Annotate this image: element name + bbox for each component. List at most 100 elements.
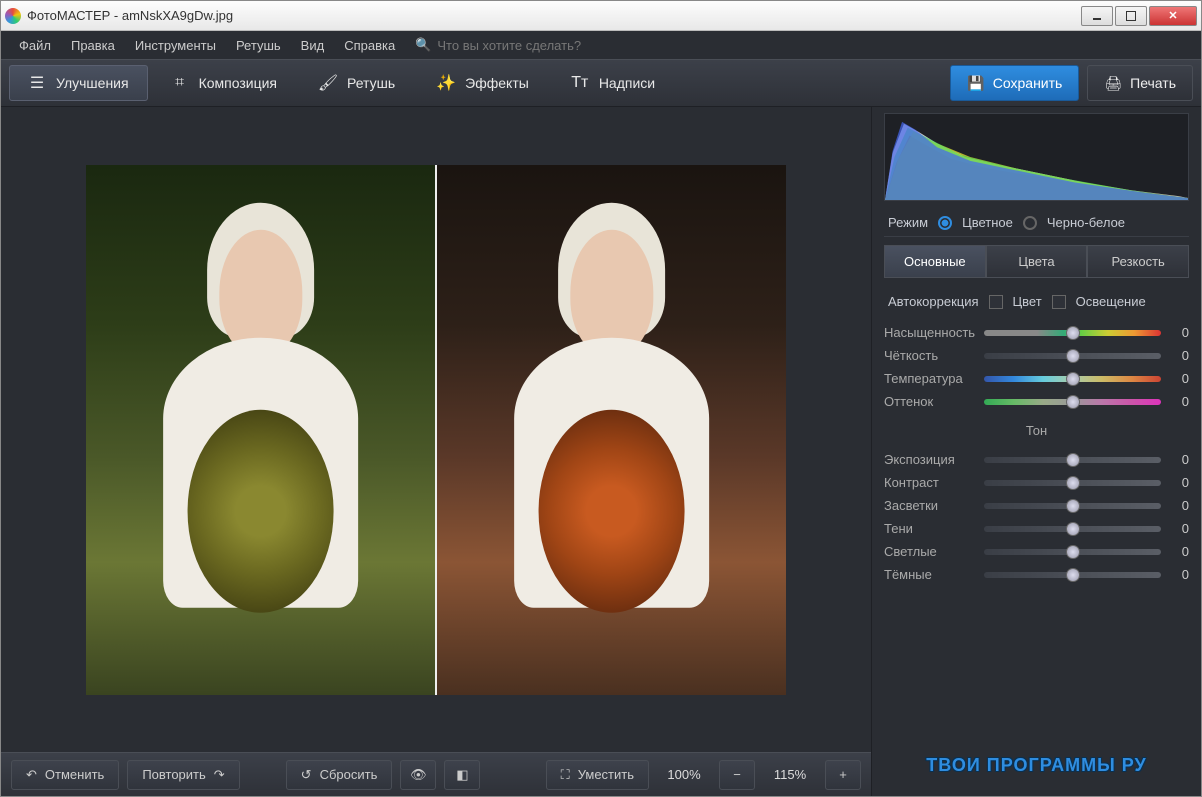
slider-track[interactable] (984, 376, 1161, 382)
undo-button[interactable]: ↶Отменить (11, 760, 119, 790)
slider-label: Экспозиция (884, 452, 976, 467)
zoom-fit-value: 100% (657, 767, 711, 782)
plus-icon: + (839, 767, 847, 782)
slider-track[interactable] (984, 480, 1161, 486)
slider-label: Тёмные (884, 567, 976, 582)
minimize-button[interactable] (1081, 6, 1113, 26)
menu-file[interactable]: Файл (11, 34, 59, 57)
slider-label: Засветки (884, 498, 976, 513)
mode-bw-label[interactable]: Черно-белое (1047, 215, 1125, 230)
print-icon: 🖨 (1104, 75, 1122, 92)
compare-toggle-button[interactable]: ◧ (444, 760, 480, 790)
text-icon: Tᴛ (571, 74, 589, 92)
redo-icon: ↷ (214, 767, 225, 783)
menu-edit[interactable]: Правка (63, 34, 123, 57)
panel-tab-sharp[interactable]: Резкость (1087, 245, 1189, 278)
mode-color-label[interactable]: Цветное (962, 215, 1013, 230)
slider-value: 0 (1169, 498, 1189, 513)
slider-track[interactable] (984, 457, 1161, 463)
slider-value: 0 (1169, 521, 1189, 536)
app-icon (5, 8, 21, 24)
image-compare (86, 165, 786, 695)
auto-light-label[interactable]: Освещение (1076, 294, 1146, 309)
slider-row: Температура0 (884, 371, 1189, 386)
slider-thumb[interactable] (1066, 372, 1080, 386)
checkbox-auto-light[interactable] (1052, 295, 1066, 309)
checkbox-auto-color[interactable] (989, 295, 1003, 309)
slider-track[interactable] (984, 503, 1161, 509)
slider-row: Контраст0 (884, 475, 1189, 490)
slider-thumb[interactable] (1066, 395, 1080, 409)
menu-help[interactable]: Справка (336, 34, 403, 57)
slider-label: Температура (884, 371, 976, 386)
slider-thumb[interactable] (1066, 522, 1080, 536)
tone-header: Тон (884, 417, 1189, 440)
panel-tab-basic[interactable]: Основные (884, 245, 986, 278)
slider-thumb[interactable] (1066, 499, 1080, 513)
sliders-icon: ☰ (28, 74, 46, 92)
compare-icon: ◧ (456, 767, 468, 783)
slider-row: Экспозиция 0 (884, 452, 1189, 467)
eye-icon: 👁 (410, 767, 427, 783)
image-after (437, 165, 786, 695)
canvas-viewport[interactable] (1, 107, 871, 752)
panel-tab-colors[interactable]: Цвета (986, 245, 1088, 278)
histogram[interactable] (884, 113, 1189, 201)
menu-tools[interactable]: Инструменты (127, 34, 224, 57)
zoom-in-button[interactable]: + (825, 760, 861, 790)
slider-value: 0 (1169, 567, 1189, 582)
slider-row: Оттенок0 (884, 394, 1189, 409)
slider-track[interactable] (984, 353, 1161, 359)
slider-label: Чёткость (884, 348, 976, 363)
search-field[interactable]: 🔍 Что вы хотите сделать? (415, 37, 581, 53)
tab-effects[interactable]: ✨ Эффекты (418, 65, 548, 101)
search-icon: 🔍 (415, 37, 431, 53)
slider-row: Засветки 0 (884, 498, 1189, 513)
slider-value: 0 (1169, 452, 1189, 467)
search-placeholder: Что вы хотите сделать? (437, 38, 581, 53)
mode-label: Режим (888, 215, 928, 230)
titlebar[interactable]: ФотоМАСТЕР - amNskXA9gDw.jpg (1, 1, 1201, 31)
slider-thumb[interactable] (1066, 326, 1080, 340)
radio-bw[interactable] (1023, 216, 1037, 230)
slider-track[interactable] (984, 526, 1161, 532)
auto-color-label[interactable]: Цвет (1013, 294, 1042, 309)
redo-button[interactable]: Повторить↷ (127, 760, 239, 790)
slider-thumb[interactable] (1066, 349, 1080, 363)
right-panel: Режим Цветное Черно-белое Основные Цвета… (871, 107, 1201, 796)
slider-row: Чёткость0 (884, 348, 1189, 363)
slider-thumb[interactable] (1066, 568, 1080, 582)
tab-retouch[interactable]: 🖌 Ретушь (300, 65, 414, 101)
brush-icon: 🖌 (319, 74, 337, 92)
slider-thumb[interactable] (1066, 545, 1080, 559)
menu-view[interactable]: Вид (293, 34, 333, 57)
slider-thumb[interactable] (1066, 453, 1080, 467)
slider-track[interactable] (984, 572, 1161, 578)
print-button[interactable]: 🖨 Печать (1087, 65, 1193, 101)
fit-button[interactable]: ⛶Уместить (546, 760, 649, 790)
slider-track[interactable] (984, 399, 1161, 405)
menu-retouch[interactable]: Ретушь (228, 34, 289, 57)
maximize-button[interactable] (1115, 6, 1147, 26)
slider-row: Насыщенность0 (884, 325, 1189, 340)
slider-row: Светлые0 (884, 544, 1189, 559)
tab-enhance[interactable]: ☰ Улучшения (9, 65, 148, 101)
image-before (86, 165, 435, 695)
slider-track[interactable] (984, 549, 1161, 555)
panel-tabs: Основные Цвета Резкость (884, 245, 1189, 278)
sliders-top: Насыщенность0 Чёткость0 Температура0 Оттено… (884, 321, 1189, 409)
slider-row: Тени 0 (884, 521, 1189, 536)
zoom-out-button[interactable]: − (719, 760, 755, 790)
radio-color[interactable] (938, 216, 952, 230)
undo-icon: ↶ (26, 767, 37, 783)
tab-captions[interactable]: Tᴛ Надписи (552, 65, 674, 101)
save-button[interactable]: 💾 Сохранить (950, 65, 1079, 101)
slider-label: Тени (884, 521, 976, 536)
sliders-tone: Экспозиция 0 Контраст0 Засветки 0 Тени 0 Светлы… (884, 448, 1189, 582)
slider-thumb[interactable] (1066, 476, 1080, 490)
close-button[interactable] (1149, 6, 1197, 26)
reset-button[interactable]: ↺Сбросить (286, 760, 393, 790)
preview-toggle-button[interactable]: 👁 (400, 760, 436, 790)
slider-track[interactable] (984, 330, 1161, 336)
tab-composition[interactable]: ⌗ Композиция (152, 65, 296, 101)
